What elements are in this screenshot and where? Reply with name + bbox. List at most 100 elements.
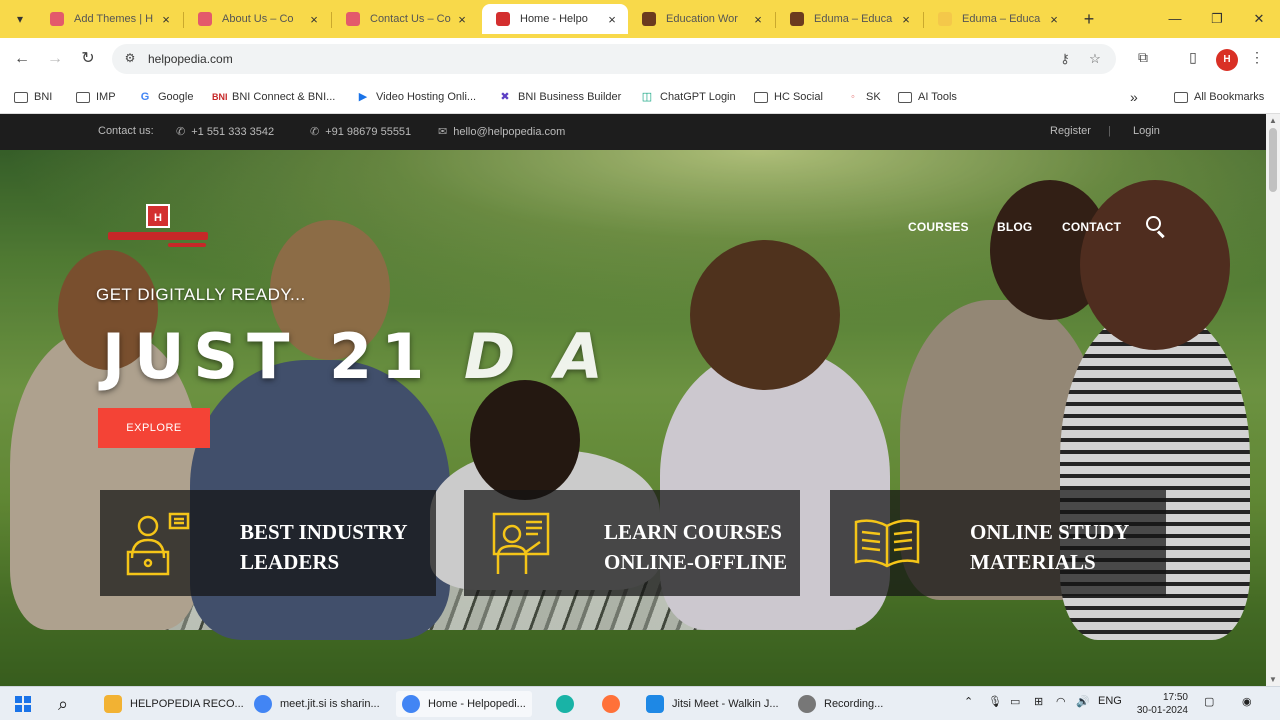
taskbar-app[interactable]: HELPOPEDIA RECO...	[104, 691, 244, 717]
bookmark-item[interactable]: IMP	[76, 87, 116, 107]
tab-close-icon[interactable]: ×	[1046, 12, 1062, 27]
browser-tab[interactable]: Education Wor ×	[628, 4, 774, 34]
feature-title-line: LEARN COURSES	[604, 520, 782, 544]
volume-icon[interactable]: 🔊	[1076, 695, 1090, 708]
tab-label: Contact Us – Co	[370, 13, 451, 25]
register-link[interactable]: Register	[1050, 125, 1091, 137]
url-text[interactable]: helpopedia.com	[148, 52, 233, 66]
bookmark-label: Google	[158, 91, 194, 103]
phone-contact[interactable]: ✆ +1 551 333 3542	[176, 125, 274, 139]
reload-icon[interactable]: ↻	[76, 48, 100, 70]
microphone-icon[interactable]: 🎙	[988, 695, 1002, 708]
tab-close-icon[interactable]: ×	[604, 12, 620, 27]
browser-tab[interactable]: Eduma – Educa ×	[776, 4, 922, 34]
back-arrow-icon[interactable]: ←	[10, 48, 34, 70]
phone-icon: ✆	[176, 126, 186, 138]
taskbar-app-label: HELPOPEDIA RECO...	[130, 698, 244, 710]
bookmarks-overflow-icon[interactable]: »	[1130, 87, 1138, 107]
menu-kebab-icon[interactable]: ⋮	[1246, 49, 1268, 69]
bookmark-item[interactable]: ◫ ChatGPT Login	[640, 87, 736, 107]
folder-icon	[14, 91, 28, 103]
side-panel-icon[interactable]: ▯	[1182, 49, 1204, 69]
tab-favicon-icon	[496, 12, 510, 26]
bookmark-item[interactable]: G Google	[138, 87, 194, 107]
new-tab-button[interactable]: +	[1080, 9, 1098, 29]
taskbar-app[interactable]: Recording...	[798, 691, 883, 717]
nav-blog[interactable]: BLOG	[997, 220, 1032, 234]
browser-tab[interactable]: Add Themes | H ×	[36, 4, 182, 34]
scroll-down-icon[interactable]: ▼	[1269, 675, 1277, 684]
search-icon[interactable]: ⌕	[58, 691, 68, 717]
forward-arrow-icon[interactable]: →	[43, 48, 67, 70]
system-clock[interactable]: 17:50 30-01-2024	[1130, 691, 1188, 717]
tab-label: Home - Helpo	[520, 13, 588, 25]
bookmark-item[interactable]: ▶ Video Hosting Onli...	[356, 87, 476, 107]
bookmark-item[interactable]: BNI	[14, 87, 52, 107]
bookmark-item[interactable]: ✖ BNI Business Builder	[498, 87, 621, 107]
taskbar-app[interactable]	[556, 691, 582, 717]
battery-icon[interactable]: ▭	[1010, 695, 1020, 708]
all-bookmarks-button[interactable]: All Bookmarks	[1174, 87, 1264, 107]
profile-avatar[interactable]: H	[1216, 49, 1238, 71]
search-icon[interactable]	[1146, 216, 1168, 239]
jitsi-icon	[646, 695, 664, 713]
taskbar-app[interactable]: Jitsi Meet - Walkin J...	[646, 691, 779, 717]
page-scrollbar[interactable]: ▲ ▼	[1266, 114, 1280, 686]
tab-close-icon[interactable]: ×	[750, 12, 766, 27]
minimize-icon[interactable]: —	[1160, 8, 1190, 30]
bookmark-item[interactable]: HC Social	[754, 87, 823, 107]
start-button[interactable]	[14, 691, 32, 717]
nav-contact[interactable]: CONTACT	[1062, 220, 1121, 234]
browser-tab[interactable]: Eduma – Educa ×	[924, 4, 1070, 34]
feature-title-line: ONLINE STUDY	[970, 520, 1130, 544]
password-key-icon[interactable]: ⚷	[1056, 51, 1074, 67]
login-link[interactable]: Login	[1133, 125, 1160, 137]
tab-close-icon[interactable]: ×	[454, 12, 470, 27]
address-bar[interactable]: ⚙ helpopedia.com ⚷ ☆	[112, 44, 1116, 74]
feature-title-line: MATERIALS	[970, 550, 1096, 574]
scroll-up-icon[interactable]: ▲	[1269, 116, 1277, 125]
scroll-thumb[interactable]	[1269, 128, 1277, 192]
headline-animated-text: D A	[463, 320, 612, 393]
site-logo[interactable]: H	[108, 204, 208, 254]
web-page: Contact us: ✆ +1 551 333 3542 ✆ +91 98679 …	[0, 114, 1266, 686]
browser-tab[interactable]: Contact Us – Co ×	[332, 4, 478, 34]
taskbar-app-active[interactable]: Home - Helpopedi...	[396, 691, 532, 717]
restore-icon[interactable]: ❐	[1202, 8, 1232, 30]
bookmark-item[interactable]: ◦ SK	[846, 87, 881, 107]
site-settings-icon[interactable]: ⚙	[122, 51, 138, 67]
close-window-icon[interactable]: ✕	[1244, 8, 1274, 30]
feature-card[interactable]: ONLINE STUDY MATERIALS	[830, 490, 1166, 596]
email-contact[interactable]: ✉ hello@helpopedia.com	[438, 125, 565, 139]
feature-title: ONLINE STUDY MATERIALS	[970, 517, 1129, 577]
bookmark-label: Video Hosting Onli...	[376, 91, 477, 103]
explore-button[interactable]: EXPLORE	[98, 408, 210, 448]
wifi-icon[interactable]: ◠	[1056, 695, 1066, 708]
taskbar-app[interactable]	[602, 691, 628, 717]
bni-icon: BNI	[212, 92, 228, 102]
network-icon[interactable]: ⊞	[1034, 695, 1043, 708]
phone-contact[interactable]: ✆ +91 98679 55551	[310, 125, 411, 139]
folder-icon	[1174, 91, 1188, 103]
language-indicator[interactable]: ENG	[1098, 695, 1122, 707]
notifications-icon[interactable]: ▢	[1204, 695, 1214, 708]
bookmark-item[interactable]: AI Tools	[898, 87, 957, 107]
copilot-icon[interactable]: ◉	[1242, 695, 1252, 708]
tab-close-icon[interactable]: ×	[898, 12, 914, 27]
tab-favicon-icon	[50, 12, 64, 26]
bookmark-label: All Bookmarks	[1194, 91, 1265, 103]
feature-card[interactable]: BEST INDUSTRY LEADERS	[100, 490, 436, 596]
tab-search-chevron-icon[interactable]: ▾	[8, 8, 32, 30]
browser-tab[interactable]: About Us – Co ×	[184, 4, 330, 34]
tray-chevron-icon[interactable]: ⌃	[964, 695, 973, 708]
bookmark-star-icon[interactable]: ☆	[1086, 51, 1104, 67]
taskbar-app[interactable]: meet.jit.si is sharin...	[254, 691, 380, 717]
bni-builder-icon: ✖	[500, 91, 510, 103]
nav-courses[interactable]: COURSES	[908, 220, 969, 234]
bookmark-item[interactable]: BNI BNI Connect & BNI...	[212, 87, 335, 107]
extensions-icon[interactable]: ⧉	[1132, 49, 1154, 69]
tab-close-icon[interactable]: ×	[306, 12, 322, 27]
browser-tab-active[interactable]: Home - Helpo ×	[482, 4, 628, 34]
feature-card[interactable]: LEARN COURSES ONLINE-OFFLINE	[464, 490, 800, 596]
tab-close-icon[interactable]: ×	[158, 12, 174, 27]
